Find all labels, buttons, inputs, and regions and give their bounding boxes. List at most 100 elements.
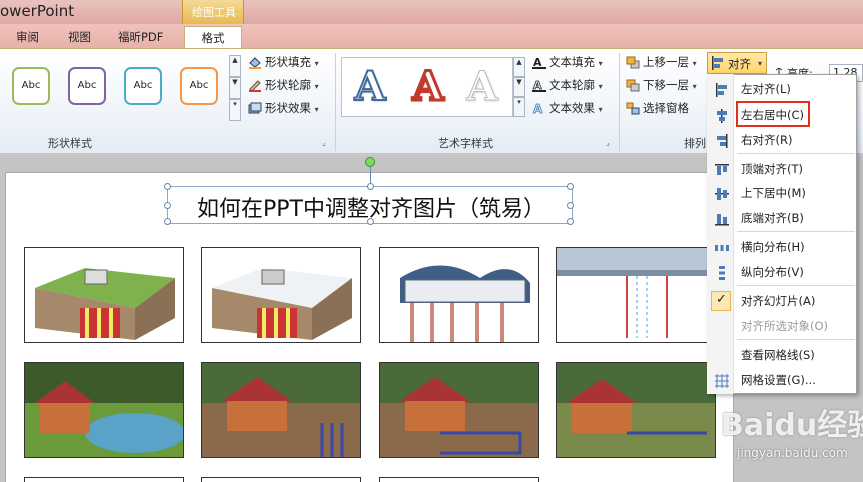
menu-item-distribute-horizontally[interactable]: 横向分布(H) (707, 236, 855, 258)
slide-image-partial[interactable] (201, 477, 361, 482)
align-button[interactable]: 对齐 ▾ (707, 52, 767, 74)
building-section-illustration (557, 248, 715, 338)
house-vertical-loop-illustration (202, 363, 360, 457)
bring-forward-button[interactable]: 上移一层 ▾ (626, 53, 697, 71)
highlight-box-align-center (736, 101, 810, 127)
house-pond-loop-illustration (557, 363, 715, 457)
paint-bucket-icon (248, 56, 262, 69)
context-tab-group: 绘图工具 (182, 0, 244, 24)
wordart-style-red-outline[interactable]: A (404, 61, 452, 113)
shape-effect-icon (248, 102, 262, 115)
slide-image-geothermal-block[interactable] (24, 247, 184, 343)
chevron-down-icon: ▾ (758, 59, 763, 68)
ribbon-tab-row: 审阅 视图 福昕PDF (0, 24, 863, 48)
pencil-icon (248, 79, 262, 92)
slide-image-building-section[interactable] (556, 247, 716, 343)
slide-image-house-on-piles[interactable] (379, 247, 539, 343)
house-ground-loop-illustration (380, 363, 538, 457)
menu-item-distribute-vertically[interactable]: 纵向分布(V) (707, 261, 855, 283)
wordart-style-blue-outline[interactable]: A (346, 61, 394, 113)
menu-item-align-right[interactable]: 右对齐(R) (707, 129, 855, 151)
tab-review[interactable]: 审阅 (16, 29, 39, 45)
context-tab-group-label: 绘图工具 (192, 6, 236, 19)
menu-item-align-to-slide[interactable]: ✓ 对齐幻灯片(A) (707, 290, 855, 312)
send-backward-button[interactable]: 下移一层 ▾ (626, 76, 697, 94)
resize-handle[interactable] (367, 218, 374, 225)
text-outline-icon: A (532, 79, 546, 92)
resize-handle[interactable] (567, 218, 574, 225)
rotation-handle[interactable] (365, 157, 375, 167)
shape-style-green[interactable]: Abc (12, 67, 50, 105)
shape-gallery-down[interactable]: ▼ (229, 77, 241, 99)
tab-view[interactable]: 视图 (68, 29, 91, 45)
group-title-arrange: 排列 (684, 137, 706, 150)
menu-item-align-top[interactable]: 顶端对齐(T) (707, 158, 855, 180)
checkmark-icon: ✓ (716, 292, 727, 307)
dialog-launcher-icon[interactable]: ⌟ (322, 138, 326, 147)
watermark-url: jingyan.baidu.com (737, 446, 848, 460)
shape-gallery-up[interactable]: ▲ (229, 55, 241, 77)
shape-outline-button[interactable]: 形状轮廓 ▾ (248, 76, 319, 94)
dialog-launcher-icon[interactable]: ⌟ (606, 138, 610, 147)
wordart-style-light[interactable]: A (458, 61, 506, 113)
resize-handle[interactable] (164, 218, 171, 225)
menu-item-align-bottom[interactable]: 底端对齐(B) (707, 207, 855, 229)
align-right-icon (715, 133, 729, 148)
app-title: owerPoint (0, 2, 75, 20)
svg-text:A: A (533, 102, 543, 115)
menu-item-align-selected-objects: 对齐所选对象(O) (741, 319, 829, 333)
distribute-horizontal-icon (715, 240, 729, 254)
tab-format[interactable]: 格式 (184, 26, 242, 49)
align-middle-icon (715, 186, 729, 200)
align-top-icon (715, 162, 729, 176)
text-outline-button[interactable]: A 文本轮廓 ▾ (532, 76, 603, 94)
align-center-icon (715, 108, 729, 123)
house-on-piles-illustration (400, 265, 530, 342)
text-effect-icon: A (532, 102, 546, 117)
slide-image-partial[interactable] (379, 477, 539, 482)
align-bottom-icon (715, 211, 729, 226)
selection-pane-icon (626, 102, 640, 115)
text-fill-button[interactable]: A 文本填充 ▾ (532, 53, 603, 71)
text-fill-icon: A (532, 56, 546, 69)
distribute-vertical-icon (715, 265, 729, 280)
resize-handle[interactable] (164, 183, 171, 190)
shape-fill-button[interactable]: 形状填充 ▾ (248, 53, 319, 71)
wordart-gallery-more[interactable]: ▾ (513, 97, 525, 117)
menu-item-view-gridlines[interactable]: 查看网格线(S) (707, 344, 855, 366)
selection-pane-button[interactable]: 选择窗格 (626, 99, 689, 117)
shape-style-purple[interactable]: Abc (68, 67, 106, 105)
resize-handle[interactable] (567, 202, 574, 209)
align-icon (711, 56, 725, 73)
shape-style-orange[interactable]: Abc (180, 67, 218, 105)
menu-item-align-middle[interactable]: 上下居中(M) (707, 182, 855, 204)
shape-effect-button[interactable]: 形状效果 ▾ (248, 99, 319, 117)
wordart-gallery-down[interactable]: ▼ (513, 77, 525, 97)
slide-image-partial[interactable] (24, 477, 184, 482)
shape-style-blue[interactable]: Abc (124, 67, 162, 105)
geothermal-block-illustration (212, 268, 352, 340)
send-backward-icon (626, 79, 640, 92)
resize-handle[interactable] (367, 183, 374, 190)
slide-image-house-lake-loop[interactable] (24, 362, 184, 458)
shape-gallery-more[interactable]: ▾ (229, 99, 241, 121)
resize-handle[interactable] (567, 183, 574, 190)
geothermal-block-illustration (35, 268, 175, 340)
group-title-wordart-styles: 艺术字样式 (438, 137, 493, 150)
slide-image-geothermal-block-snow[interactable] (201, 247, 361, 343)
align-left-icon (715, 82, 729, 97)
slide-title-textbox[interactable]: 如何在PPT中调整对齐图片（筑易） (164, 183, 574, 225)
menu-item-align-left[interactable]: 左对齐(L) (707, 78, 855, 100)
align-button-label: 对齐 (728, 57, 751, 71)
resize-handle[interactable] (164, 202, 171, 209)
slide-image-house-pond-loop[interactable] (556, 362, 716, 458)
tab-foxit-pdf[interactable]: 福昕PDF (118, 29, 163, 45)
title-bar: owerPoint 绘图工具 (0, 0, 863, 24)
wordart-gallery-up[interactable]: ▲ (513, 57, 525, 77)
house-lake-illustration (25, 363, 183, 457)
slide-image-house-vertical-loop[interactable] (201, 362, 361, 458)
slide-image-house-ground-loop[interactable] (379, 362, 539, 458)
group-title-shape-styles: 形状样式 (48, 137, 92, 150)
text-effect-button[interactable]: A 文本效果 ▾ (532, 99, 603, 117)
watermark-brand: Baidu经验 (721, 408, 863, 443)
